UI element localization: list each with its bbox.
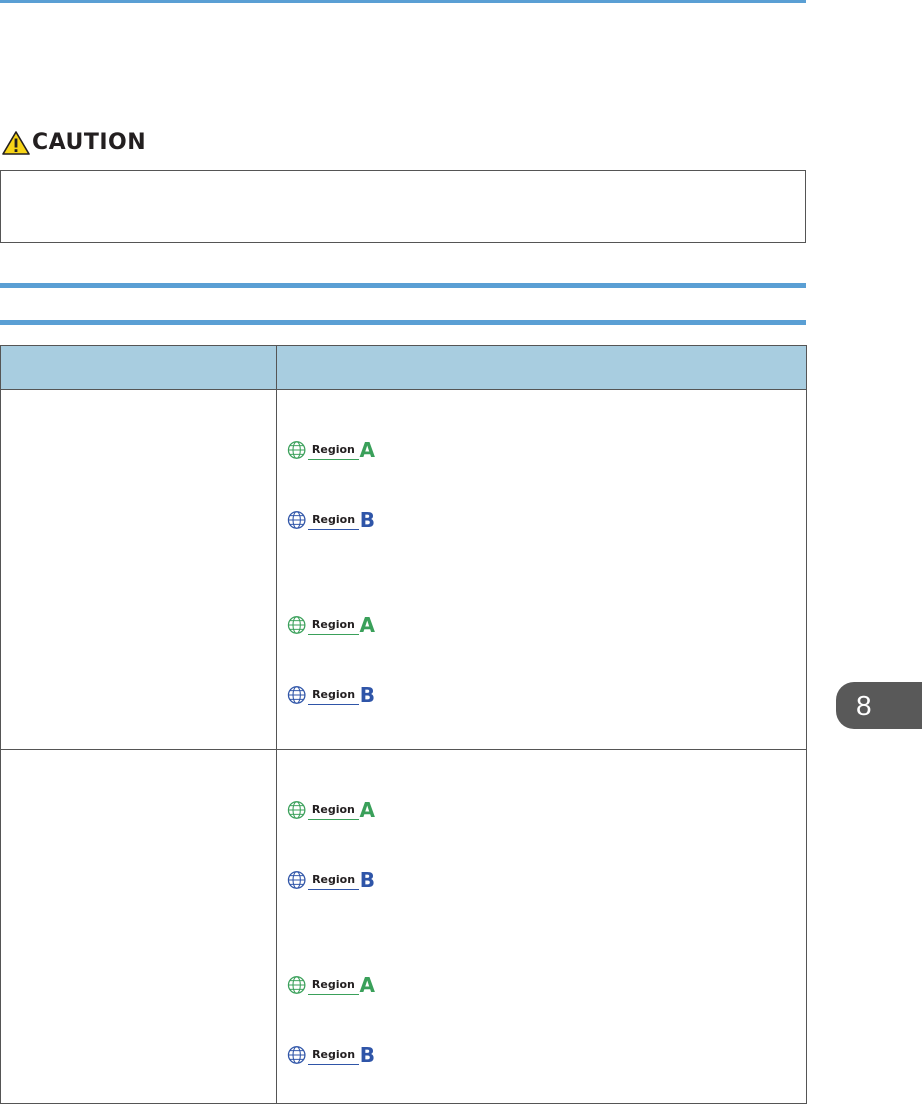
section-rule-lower (0, 320, 806, 325)
region-label: Region (308, 1047, 360, 1065)
globe-icon (287, 801, 306, 819)
globe-icon (287, 511, 306, 529)
region-label: Region (308, 802, 359, 820)
warning-triangle-icon (2, 131, 30, 155)
table-header-cell-item (0, 345, 277, 390)
table-cell-description: Region A Region B Region A Region B (276, 389, 807, 750)
chapter-number: 8 (856, 689, 872, 721)
region-b-badge: Region B (287, 510, 375, 530)
globe-icon (287, 1046, 306, 1064)
region-badge-list: Region A Region B Region A Region B (277, 390, 806, 749)
chapter-tab[interactable]: 8 (836, 682, 922, 729)
globe-icon (287, 441, 306, 459)
table-cell-description: Region A Region B Region A Region B (276, 749, 807, 1104)
table-header-cell-description (276, 345, 807, 390)
section-rule-upper (0, 283, 806, 288)
region-a-badge: Region A (287, 615, 375, 635)
caution-heading: CAUTION (2, 130, 146, 156)
region-letter: A (359, 438, 375, 462)
region-b-badge: Region B (287, 685, 375, 705)
region-badge-list: Region A Region B Region A Region B (277, 750, 806, 1103)
region-b-badge: Region B (287, 870, 375, 890)
region-label: Region (308, 687, 360, 705)
region-letter: A (359, 973, 375, 997)
region-a-badge: Region A (287, 800, 375, 820)
region-letter: B (359, 508, 375, 532)
globe-icon (287, 616, 306, 634)
globe-icon (287, 686, 306, 704)
caution-label: CAUTION (32, 130, 147, 155)
caution-box (0, 170, 806, 243)
region-letter: B (359, 683, 375, 707)
table-row: Region A Region B Region A Region B (0, 389, 807, 750)
region-letter: B (359, 1043, 375, 1067)
top-rule (0, 0, 806, 3)
globe-icon (287, 976, 306, 994)
region-a-badge: Region A (287, 440, 375, 460)
table-row: Region A Region B Region A Region B (0, 749, 807, 1104)
specification-table: Region A Region B Region A Region B Regi… (0, 345, 807, 1104)
table-header-row (0, 345, 807, 390)
region-label: Region (308, 977, 359, 995)
region-letter: A (359, 798, 375, 822)
region-label: Region (308, 442, 359, 460)
globe-icon (287, 871, 306, 889)
region-letter: A (359, 613, 375, 637)
table-cell-item (0, 389, 277, 750)
region-letter: B (359, 868, 375, 892)
region-b-badge: Region B (287, 1045, 375, 1065)
region-label: Region (308, 512, 360, 530)
table-cell-item (0, 749, 277, 1104)
region-label: Region (308, 872, 360, 890)
region-label: Region (308, 617, 359, 635)
region-a-badge: Region A (287, 975, 375, 995)
